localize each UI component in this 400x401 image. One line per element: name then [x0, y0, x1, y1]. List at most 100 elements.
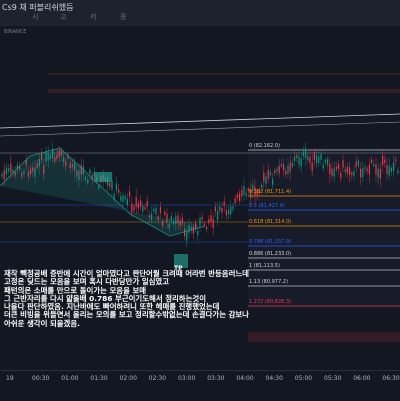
symbol-label: BINANCE [4, 29, 27, 35]
candle-body [395, 159, 397, 162]
candle-body [129, 191, 131, 197]
candle-body [232, 206, 234, 210]
candle-body [309, 156, 311, 163]
candle-body [155, 207, 157, 215]
candle-body [221, 207, 223, 213]
trend-line-top-2 [0, 121, 400, 137]
ohlc-open-label: 시 [32, 13, 39, 21]
harmonic-pattern-fill [0, 148, 205, 236]
entry-box [94, 172, 112, 182]
candle-body [89, 169, 91, 175]
time-tick: 05:00 [294, 375, 313, 382]
candle-body [346, 166, 348, 174]
candle-body [210, 215, 212, 222]
time-axis[interactable]: 19 00:30 01:00 01:30 02:00 02:30 03:00 03:30 04:… [0, 370, 400, 401]
candle-body [5, 167, 7, 175]
candle-body [122, 195, 124, 203]
candle-body [366, 168, 368, 171]
candle-body [360, 168, 362, 178]
candle-body [289, 162, 291, 172]
time-tick: 03:30 [207, 375, 225, 382]
fib-label-2: 0.5 (81,427.9) [249, 203, 285, 209]
candle-body [362, 168, 364, 177]
time-tick: 04:30 [265, 375, 283, 382]
fib-label-1: 0.382 (81,711.4) [249, 189, 292, 195]
candle-body [371, 159, 373, 164]
time-tick: 05:30 [324, 375, 342, 382]
candle-body [217, 210, 219, 221]
candle-body [340, 172, 342, 179]
candle-body [131, 203, 133, 213]
candle-body [111, 180, 113, 190]
candle-body [285, 171, 287, 175]
time-tick: 06:00 [353, 375, 371, 382]
candle-body [313, 151, 315, 161]
candle-body [10, 163, 12, 173]
time-tick: 04:00 [236, 375, 254, 382]
candle-body [133, 206, 135, 211]
time-tick: 19 [6, 375, 14, 382]
candle-body [203, 223, 205, 226]
candle-body [373, 163, 375, 167]
candle-body [322, 164, 324, 169]
fib-label-4: 0.786 (81,337.9) [249, 239, 292, 245]
candle-body [294, 156, 296, 161]
candle-body [186, 231, 188, 241]
time-tick: 02:30 [148, 375, 167, 382]
candle-body [388, 166, 390, 176]
candle-body [236, 194, 238, 198]
candle-body [124, 196, 126, 200]
candle-body [269, 172, 271, 176]
candle-body [368, 164, 370, 175]
candle-body [353, 170, 355, 177]
candle-body [241, 189, 243, 197]
time-tick: 01:30 [90, 375, 108, 382]
time-tick: 02:00 [119, 375, 137, 382]
candle-body [206, 226, 208, 230]
ohlc-low-label: 저 [90, 13, 97, 21]
candle-body [115, 183, 117, 191]
ohlc-close-label: 종 [120, 13, 127, 21]
candle-body [302, 151, 304, 156]
candle-body [263, 172, 265, 182]
candle-body [393, 162, 395, 172]
candle-body [316, 155, 318, 164]
candle-body [375, 164, 377, 175]
candle-body [126, 198, 128, 205]
candle-body [318, 156, 320, 163]
candle-body [272, 178, 274, 185]
candle-body [261, 184, 263, 188]
candle-body [331, 168, 333, 177]
time-tick: 03:00 [178, 375, 196, 382]
candle-body [324, 159, 326, 163]
candle-body [146, 201, 148, 207]
candle-body [208, 219, 210, 224]
candle-body [230, 206, 232, 214]
candle-body [8, 168, 10, 172]
candle-body [390, 167, 392, 172]
candle-body [287, 165, 289, 174]
time-tick: 00:30 [32, 375, 50, 382]
candle-body [265, 176, 267, 185]
candle-body [296, 154, 298, 158]
candle-body [201, 216, 203, 220]
candle-body [307, 156, 309, 161]
candle-body [214, 206, 216, 212]
candle-body [379, 169, 381, 179]
candle-body [386, 164, 388, 174]
trend-line-top [0, 113, 400, 129]
fib-label-6: 1 (81,113.5) [249, 263, 280, 269]
candle-body [118, 189, 120, 193]
loss-zone [248, 332, 400, 342]
candle-body [1, 173, 3, 177]
candle-body [291, 163, 293, 167]
candle-body [397, 170, 399, 174]
candle-body [223, 201, 225, 206]
candle-body [327, 159, 329, 165]
candle-body [120, 196, 122, 201]
candle-body [212, 218, 214, 228]
candle-body [140, 200, 142, 207]
candle-body [153, 208, 155, 212]
candle-body [384, 159, 386, 163]
candle-body [228, 210, 230, 215]
